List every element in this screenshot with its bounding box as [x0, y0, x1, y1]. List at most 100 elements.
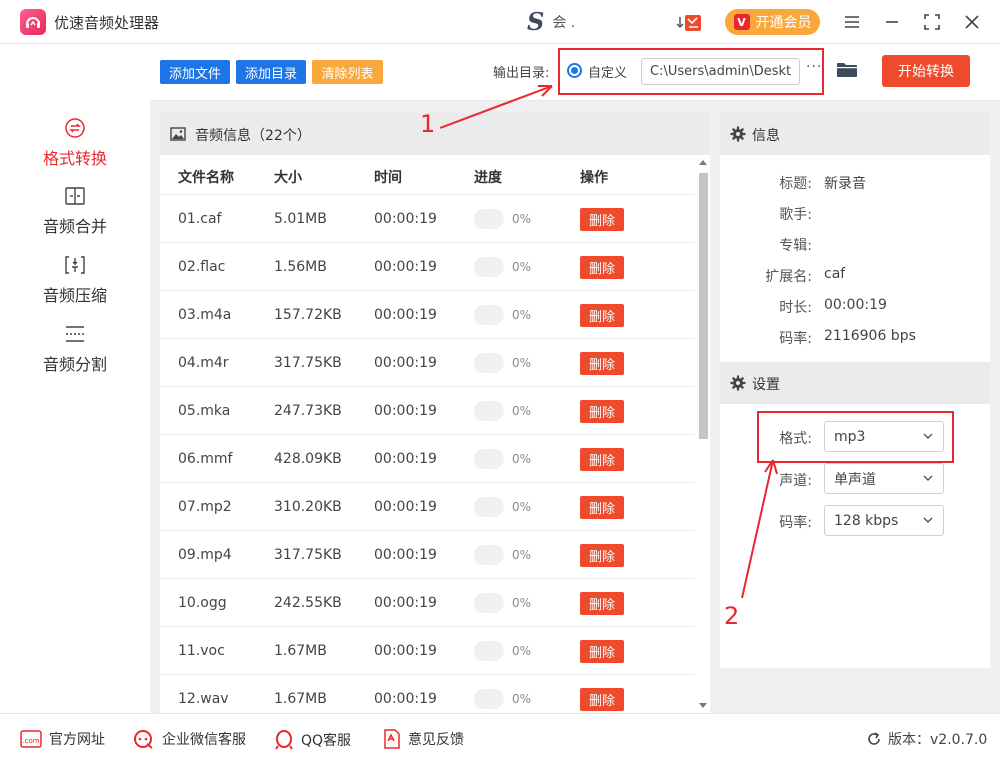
column-header-action: 操作 [580, 170, 608, 186]
file-name: 11.voc [178, 643, 225, 659]
sidebar-item-format-convert[interactable]: 格式转换 [0, 117, 150, 179]
wechat-label: 企业微信客服 [162, 732, 246, 748]
download-icon[interactable] [676, 14, 702, 32]
annotation-number-2: 2 [724, 602, 740, 630]
close-icon[interactable] [960, 10, 984, 34]
bitrate-value: 128 kbps [834, 512, 899, 529]
version-info[interactable]: 版本：v2.0.7.0 [866, 729, 987, 749]
sidebar-item-label: 音频分割 [42, 355, 107, 374]
open-folder-icon[interactable] [836, 61, 858, 83]
user-profile[interactable]: S 会 . [527, 10, 575, 34]
file-name: 10.ogg [178, 595, 227, 611]
menu-icon[interactable] [840, 10, 864, 34]
table-row[interactable]: 10.ogg 242.55KB 00:00:19 0% 删除 [160, 578, 695, 626]
file-list-scrollbar[interactable] [696, 155, 710, 713]
table-row[interactable]: 04.m4r 317.75KB 00:00:19 0% 删除 [160, 338, 695, 386]
sidebar-item-label: 格式转换 [42, 149, 107, 168]
delete-button[interactable]: 删除 [580, 208, 624, 231]
minimize-icon[interactable] [880, 10, 904, 34]
table-row[interactable]: 12.wav 1.67MB 00:00:19 0% 删除 [160, 674, 695, 713]
delete-button[interactable]: 删除 [580, 256, 624, 279]
bitrate-select[interactable]: 128 kbps [824, 505, 944, 536]
info-panel: 信息 标题: 新录音 歌手: 专辑: 扩展名: caf 时长: 00:00:19 码率: 2116… [720, 113, 990, 668]
delete-button[interactable]: 删除 [580, 496, 624, 519]
wechat-service-link[interactable]: 企业微信客服 [133, 729, 246, 749]
table-row[interactable]: 02.flac 1.56MB 00:00:19 0% 删除 [160, 242, 695, 290]
start-convert-button[interactable]: 开始转换 [882, 55, 970, 87]
table-row[interactable]: 01.caf 5.01MB 00:00:19 0% 删除 [160, 194, 695, 242]
add-file-button[interactable]: 添加文件 [160, 60, 230, 84]
refresh-icon [868, 732, 880, 745]
add-directory-button[interactable]: 添加目录 [236, 60, 306, 84]
user-name: 会 . [552, 15, 576, 31]
info-field-label: 标题: [779, 176, 812, 192]
file-size: 1.56MB [274, 259, 327, 275]
chevron-down-icon [923, 517, 933, 523]
progress-bar [474, 689, 504, 709]
info-field-label: 专辑: [779, 238, 812, 254]
feedback-link[interactable]: 意见反馈 [383, 729, 464, 749]
app-logo-icon [20, 9, 46, 35]
delete-button[interactable]: 删除 [580, 304, 624, 327]
delete-button[interactable]: 删除 [580, 592, 624, 615]
qq-service-link[interactable]: QQ客服 [274, 729, 351, 751]
svg-text:.com: .com [22, 737, 39, 745]
bitrate-label: 码率: [779, 515, 812, 531]
delete-button[interactable]: 删除 [580, 400, 624, 423]
merge-icon [64, 185, 86, 207]
version-label: 版本：v2.0.7.0 [888, 732, 988, 748]
website-label: 官方网址 [49, 732, 105, 748]
table-row[interactable]: 07.mp2 310.20KB 00:00:19 0% 删除 [160, 482, 695, 530]
clear-list-button[interactable]: 清除列表 [312, 60, 383, 84]
chevron-down-icon [923, 475, 933, 481]
scroll-up-arrow-icon[interactable] [699, 160, 707, 165]
sidebar-item-compress[interactable]: 音频压缩 [0, 254, 150, 316]
progress-percent: 0% [512, 500, 532, 514]
table-row[interactable]: 03.m4a 157.72KB 00:00:19 0% 删除 [160, 290, 695, 338]
info-field-label: 码率: [779, 331, 812, 347]
table-row[interactable]: 11.voc 1.67MB 00:00:19 0% 删除 [160, 626, 695, 674]
scroll-thumb[interactable] [699, 173, 708, 439]
scroll-down-arrow-icon[interactable] [699, 703, 707, 708]
progress-bar [474, 641, 504, 661]
progress-percent: 0% [512, 692, 532, 706]
table-row[interactable]: 09.mp4 317.75KB 00:00:19 0% 删除 [160, 530, 695, 578]
file-size: 428.09KB [274, 451, 342, 467]
file-size: 1.67MB [274, 643, 327, 659]
footer: .com 官方网址 企业微信客服 QQ客服 意见反馈 版本：v2.0.7.0 [0, 713, 1000, 760]
file-duration: 00:00:19 [374, 355, 437, 371]
file-duration: 00:00:19 [374, 403, 437, 419]
sidebar-item-merge[interactable]: 音频合并 [0, 185, 150, 247]
table-row[interactable]: 05.mka 247.73KB 00:00:19 0% 删除 [160, 386, 695, 434]
info-field-value: caf [824, 266, 846, 282]
file-list-panel: 音频信息（22个） 文件名称 大小 时间 进度 操作 01.caf 5.01MB 0… [160, 113, 710, 713]
column-header-progress: 进度 [474, 170, 502, 186]
delete-button[interactable]: 删除 [580, 688, 624, 711]
table-row[interactable]: 06.mmf 428.09KB 00:00:19 0% 删除 [160, 434, 695, 482]
file-duration: 00:00:19 [374, 547, 437, 563]
progress-percent: 0% [512, 260, 532, 274]
delete-button[interactable]: 删除 [580, 448, 624, 471]
compress-icon [64, 254, 86, 276]
maximize-icon[interactable] [920, 10, 944, 34]
progress-bar [474, 545, 504, 565]
channel-select[interactable]: 单声道 [824, 463, 944, 494]
delete-button[interactable]: 删除 [580, 640, 624, 663]
official-website-link[interactable]: .com 官方网址 [20, 729, 105, 749]
progress-percent: 0% [512, 548, 532, 562]
info-field-label: 扩展名: [765, 269, 812, 285]
progress-percent: 0% [512, 404, 532, 418]
website-icon: .com [20, 730, 42, 748]
image-icon [170, 126, 186, 146]
title-bar: 优速音频处理器 S 会 . V 开通会员 [0, 0, 1000, 44]
delete-button[interactable]: 删除 [580, 544, 624, 567]
progress-bar [474, 209, 504, 229]
channel-label: 声道: [779, 473, 812, 489]
info-field-value: 新录音 [824, 176, 866, 192]
vip-button[interactable]: V 开通会员 [725, 9, 820, 35]
file-name: 03.m4a [178, 307, 232, 323]
vip-crown-icon: V [733, 14, 750, 30]
sidebar-item-split[interactable]: 音频分割 [0, 323, 150, 385]
delete-button[interactable]: 删除 [580, 352, 624, 375]
annotation-number-1: 1 [420, 110, 436, 138]
